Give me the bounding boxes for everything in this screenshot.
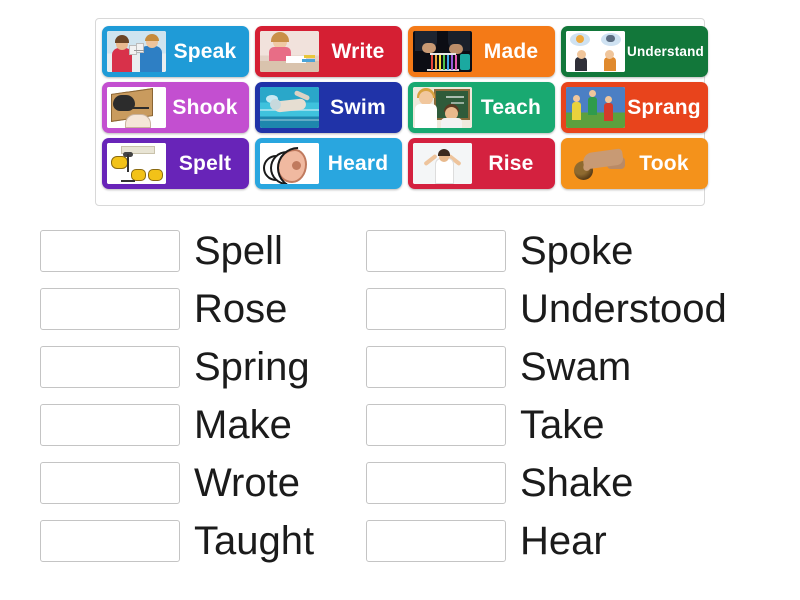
tile-thumbnail [566,143,625,184]
drop-zone[interactable] [40,230,180,272]
drop-zone[interactable] [366,520,506,562]
understand-illustration [566,31,625,72]
answer-word-label: Wrote [194,461,300,505]
answer-word-label: Make [194,403,292,447]
answer-word-label: Hear [520,519,607,563]
answer-row: Make [40,396,314,454]
tile-label: Heard [327,153,389,174]
answer-column-left: Spell Rose Spring Make Wrote Taught [40,222,314,570]
answer-row: Rose [40,280,314,338]
drop-zone[interactable] [40,288,180,330]
answer-word-label: Swam [520,345,632,389]
tile-label: Understand [627,44,703,59]
tile-label: Teach [480,97,542,118]
tile-thumbnail [260,87,319,128]
drop-zone[interactable] [366,230,506,272]
drop-zone[interactable] [366,404,506,446]
drop-zone[interactable] [366,346,506,388]
made-illustration [413,31,472,72]
tile-thumbnail [107,143,166,184]
answer-row: Wrote [40,454,314,512]
drop-zone[interactable] [366,288,506,330]
answer-row: Swam [366,338,727,396]
tile-label: Spelt [178,153,232,174]
answer-row: Taught [40,512,314,570]
answer-row: Spoke [366,222,727,280]
tile-label: Speak [173,41,237,62]
tile-label: Took [639,153,689,174]
speak-illustration [107,31,166,72]
tile-thumbnail [566,31,625,72]
answer-column-right: Spoke Understood Swam Take Shake Hear [366,222,727,570]
tile-thumbnail [107,31,166,72]
tile-row: Shook Swim Teach Sprang [102,82,708,133]
drop-zone[interactable] [40,404,180,446]
rise-illustration [413,143,472,184]
tile-label: Made [483,41,539,62]
tile-label: Rise [488,153,534,174]
word-tile-shook[interactable]: Shook [102,82,249,133]
answer-row: Understood [366,280,727,338]
heard-illustration [260,143,319,184]
answer-row: Hear [366,512,727,570]
teach-illustration [413,87,472,128]
word-tile-speak[interactable]: Speak [102,26,249,77]
tile-thumbnail [260,31,319,72]
write-illustration [260,31,319,72]
answer-word-label: Rose [194,287,288,331]
tile-thumbnail [413,31,472,72]
word-tile-spelt[interactable]: Spelt [102,138,249,189]
answer-word-label: Spoke [520,229,634,273]
spelt-illustration [107,143,166,184]
answer-row: Spring [40,338,314,396]
word-tile-heard[interactable]: Heard [255,138,402,189]
answer-row: Spell [40,222,314,280]
word-tile-took[interactable]: Took [561,138,708,189]
word-tile-understand[interactable]: Understand [561,26,708,77]
answer-row: Shake [366,454,727,512]
drop-zone[interactable] [40,462,180,504]
word-tile-rise[interactable]: Rise [408,138,555,189]
answer-word-label: Spell [194,229,283,273]
drop-zone[interactable] [40,346,180,388]
word-tile-write[interactable]: Write [255,26,402,77]
tile-bank-panel: Speak Write Made Understand Shook Swim Teach Sp… [95,18,708,206]
tile-label: Swim [330,97,386,118]
answer-row: Take [366,396,727,454]
word-tile-made[interactable]: Made [408,26,555,77]
shook-illustration [107,87,166,128]
answer-word-label: Spring [194,345,310,389]
drop-zone[interactable] [40,520,180,562]
tile-row: Speak Write Made Understand [102,26,708,77]
tile-label: Shook [172,97,238,118]
sprang-illustration [566,87,625,128]
took-illustration [566,143,625,184]
word-tile-teach[interactable]: Teach [408,82,555,133]
tile-label: Write [331,41,385,62]
tile-label: Sprang [627,97,701,118]
answer-word-label: Understood [520,287,727,331]
tile-thumbnail [413,143,472,184]
answer-word-label: Taught [194,519,315,563]
word-tile-sprang[interactable]: Sprang [561,82,708,133]
drop-zone[interactable] [366,462,506,504]
answer-word-label: Take [520,403,605,447]
tile-thumbnail [413,87,472,128]
word-tile-swim[interactable]: Swim [255,82,402,133]
tile-row: Spelt Heard Rise Took [102,138,708,189]
swim-illustration [260,87,319,128]
answer-word-label: Shake [520,461,634,505]
tile-thumbnail [260,143,319,184]
tile-thumbnail [107,87,166,128]
tile-thumbnail [566,87,625,128]
